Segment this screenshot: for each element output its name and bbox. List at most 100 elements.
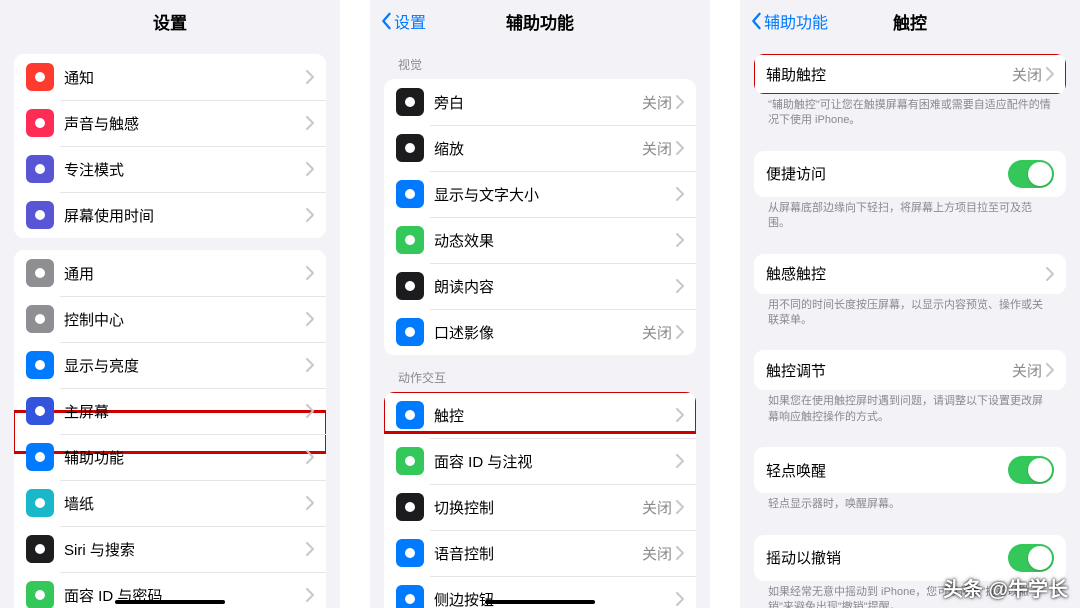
settings-row[interactable]: 语音控制 关闭 (384, 530, 696, 576)
row-label: 面容 ID 与注视 (434, 451, 676, 472)
settings-row[interactable]: 动态效果 (384, 217, 696, 263)
toggle-on[interactable] (1008, 544, 1054, 572)
toggle-on[interactable] (1008, 456, 1054, 484)
text-size-icon (396, 180, 424, 208)
haptic-row[interactable]: 触感触控 (754, 254, 1066, 294)
chevron-right-icon (306, 496, 314, 510)
settings-row[interactable]: 声音与触感 (14, 100, 326, 146)
settings-row[interactable]: 控制中心 (14, 296, 326, 342)
settings-group-general: 通用 控制中心 显示与亮度 主屏幕 辅助功能 墙纸 Siri 与搜索 面容 ID… (14, 250, 326, 608)
nav-header: 辅助功能 触控 (740, 0, 1080, 42)
chevron-right-icon (306, 404, 314, 418)
vision-group: 旁白 关闭 缩放 关闭 显示与文字大小 动态效果 朗读内容 (384, 79, 696, 355)
settings-row[interactable]: 通用 (14, 250, 326, 296)
settings-row[interactable]: 显示与文字大小 (384, 171, 696, 217)
settings-row[interactable]: 切换控制 关闭 (384, 484, 696, 530)
row-value: 关闭 (642, 497, 672, 518)
chevron-right-icon (676, 454, 684, 468)
sliders-icon (26, 305, 54, 333)
accessibility-screen: 设置 辅助功能 视觉 旁白 关闭 缩放 关闭 显示与文字大小 动态效果 (370, 0, 710, 608)
row-value: 关闭 (642, 543, 672, 564)
touch-icon (396, 401, 424, 429)
voice-icon (396, 539, 424, 567)
settings-row[interactable]: 口述影像 关闭 (384, 309, 696, 355)
settings-row[interactable]: 旁白 关闭 (384, 79, 696, 125)
accommodation-row[interactable]: 触控调节 关闭 (754, 350, 1066, 390)
row-value: 关闭 (642, 92, 672, 113)
gear-icon (26, 259, 54, 287)
back-button[interactable]: 设置 (380, 0, 426, 42)
page-title: 触控 (893, 9, 927, 34)
moon-icon (26, 155, 54, 183)
settings-row[interactable]: Siri 与搜索 (14, 526, 326, 572)
settings-row[interactable]: 通知 (14, 54, 326, 100)
settings-row[interactable]: 缩放 关闭 (384, 125, 696, 171)
settings-row[interactable]: 主屏幕 (14, 388, 326, 434)
chevron-right-icon (1046, 67, 1054, 81)
siri-icon (26, 535, 54, 563)
chevron-right-icon (306, 208, 314, 222)
row-label: 语音控制 (434, 543, 642, 564)
chevron-right-icon (676, 325, 684, 339)
settings-row[interactable]: 专注模式 (14, 146, 326, 192)
chevron-right-icon (306, 70, 314, 84)
chevron-right-icon (1046, 267, 1054, 281)
settings-screen: 设置 通知 声音与触感 专注模式 屏幕使用时间 通用 控制中心 显示与亮度 主屏… (0, 0, 340, 608)
note: 轻点显示器时，唤醒屏幕。 (740, 493, 1080, 522)
settings-row[interactable]: 屏幕使用时间 (14, 192, 326, 238)
chevron-right-icon (306, 116, 314, 130)
row-label: Siri 与搜索 (64, 539, 306, 560)
chevron-right-icon (1046, 363, 1054, 377)
row-label: 显示与亮度 (64, 355, 306, 376)
row-label: 墙纸 (64, 493, 306, 514)
chevron-right-icon (306, 358, 314, 372)
flower-icon (26, 489, 54, 517)
zoom-icon (396, 134, 424, 162)
row-label: 屏幕使用时间 (64, 205, 306, 226)
row-label: 口述影像 (434, 322, 642, 343)
settings-row[interactable]: 触控 (384, 392, 696, 438)
row-label: 触控调节 (766, 360, 1012, 381)
row-label: 便捷访问 (766, 163, 1008, 184)
row-value: 关闭 (1012, 360, 1042, 381)
chevron-right-icon (676, 187, 684, 201)
assistive-touch-row[interactable]: 辅助触控 关闭 (754, 54, 1066, 94)
voiceover-icon (396, 88, 424, 116)
row-label: 辅助触控 (766, 64, 1012, 85)
chevron-left-icon (750, 12, 762, 30)
back-button[interactable]: 辅助功能 (750, 0, 828, 42)
speak-icon (396, 272, 424, 300)
button-icon (396, 585, 424, 608)
speaker-icon (26, 109, 54, 137)
row-value: 关闭 (642, 138, 672, 159)
accessibility-icon (26, 443, 54, 471)
settings-row[interactable]: 朗读内容 (384, 263, 696, 309)
back-label: 设置 (394, 9, 426, 33)
note: 从屏幕底部边缘向下轻扫，将屏幕上方项目拉至可及范围。 (740, 197, 1080, 242)
note: 用不同的时间长度按压屏幕，以显示内容预览、操作或关联菜单。 (740, 294, 1080, 339)
settings-row[interactable]: 辅助功能 (14, 434, 326, 480)
chevron-right-icon (306, 312, 314, 326)
shake-row[interactable]: 摇动以撤销 (754, 535, 1066, 581)
assistive-touch-group: 辅助触控 关闭 (754, 54, 1066, 94)
reachability-row[interactable]: 便捷访问 (754, 151, 1066, 197)
chevron-right-icon (306, 588, 314, 602)
row-label: 控制中心 (64, 309, 306, 330)
row-label: 专注模式 (64, 159, 306, 180)
row-label: 摇动以撤销 (766, 547, 1008, 568)
row-label: 显示与文字大小 (434, 184, 676, 205)
toggle-on[interactable] (1008, 160, 1054, 188)
page-title: 设置 (153, 9, 187, 34)
note: 如果经常无意中摇动到 iPhone，您可以停用"摇动以撤销"来避免出现"撤销"提… (740, 581, 1080, 608)
nav-header: 设置 (0, 0, 340, 42)
settings-row[interactable]: 面容 ID 与注视 (384, 438, 696, 484)
chevron-right-icon (676, 500, 684, 514)
audio-desc-icon (396, 318, 424, 346)
settings-row[interactable]: 墙纸 (14, 480, 326, 526)
settings-row[interactable]: 显示与亮度 (14, 342, 326, 388)
taptowake-row[interactable]: 轻点唤醒 (754, 447, 1066, 493)
grid-icon (26, 397, 54, 425)
settings-group-notifications: 通知 声音与触感 专注模式 屏幕使用时间 (14, 54, 326, 238)
row-label: 辅助功能 (64, 447, 306, 468)
chevron-right-icon (676, 279, 684, 293)
